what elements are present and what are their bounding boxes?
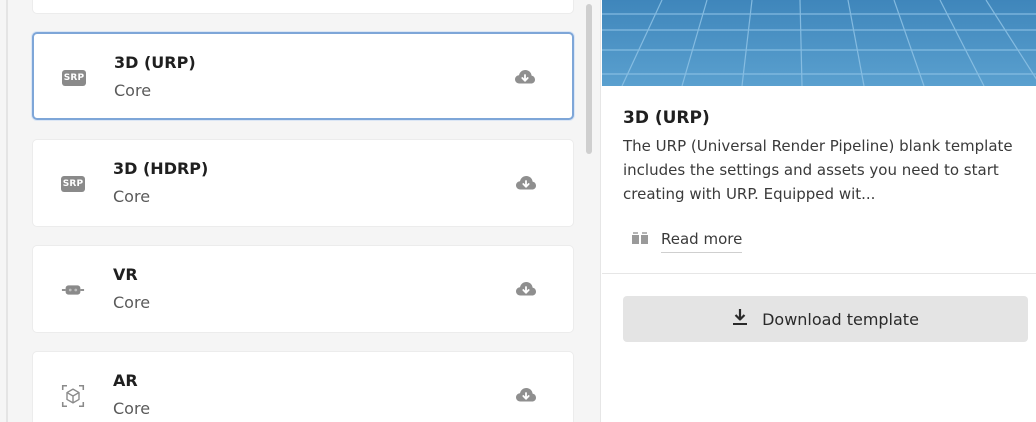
template-card-vr[interactable]: VR Core	[32, 245, 574, 333]
divider	[602, 273, 1036, 274]
template-card-3d-hdrp[interactable]: SRP 3D (HDRP) Core	[32, 139, 574, 227]
template-card-ar[interactable]: AR Core	[32, 351, 574, 422]
details-description: The URP (Universal Render Pipeline) blan…	[623, 137, 1013, 203]
template-category: Core	[114, 81, 152, 100]
cloud-download-icon[interactable]	[514, 68, 536, 86]
srp-icon: SRP	[62, 66, 86, 90]
template-title: AR	[113, 371, 138, 390]
download-template-button[interactable]: Download template	[623, 296, 1028, 342]
template-category: Core	[113, 399, 151, 418]
scrollbar-thumb[interactable]	[586, 4, 592, 154]
book-icon	[631, 231, 649, 251]
details-title: 3D (URP)	[623, 108, 710, 128]
cloud-download-icon[interactable]	[515, 280, 537, 298]
srp-icon: SRP	[61, 172, 85, 196]
ar-cube-icon	[61, 384, 85, 408]
template-category: Core	[113, 293, 151, 312]
template-title: VR	[113, 265, 138, 284]
download-icon	[732, 308, 748, 331]
template-list: SRP 3D (URP) Core SRP 3D (HDRP) Core VR …	[0, 0, 600, 422]
read-more-label[interactable]: Read more	[661, 230, 743, 253]
download-label: Download template	[762, 309, 919, 329]
template-preview-image	[602, 0, 1036, 86]
cloud-download-icon[interactable]	[515, 174, 537, 192]
template-card-3d-urp[interactable]: SRP 3D (URP) Core	[32, 32, 574, 120]
template-title: 3D (URP)	[114, 53, 196, 72]
template-title: 3D (HDRP)	[113, 159, 209, 178]
template-card-partial[interactable]	[32, 0, 574, 14]
template-details: 3D (URP) The URP (Universal Render Pipel…	[600, 0, 1036, 422]
vr-headset-icon	[61, 278, 85, 302]
cloud-download-icon[interactable]	[515, 386, 537, 404]
read-more-link[interactable]: Read more	[631, 227, 743, 255]
template-category: Core	[113, 187, 151, 206]
pane-edge	[6, 0, 8, 422]
